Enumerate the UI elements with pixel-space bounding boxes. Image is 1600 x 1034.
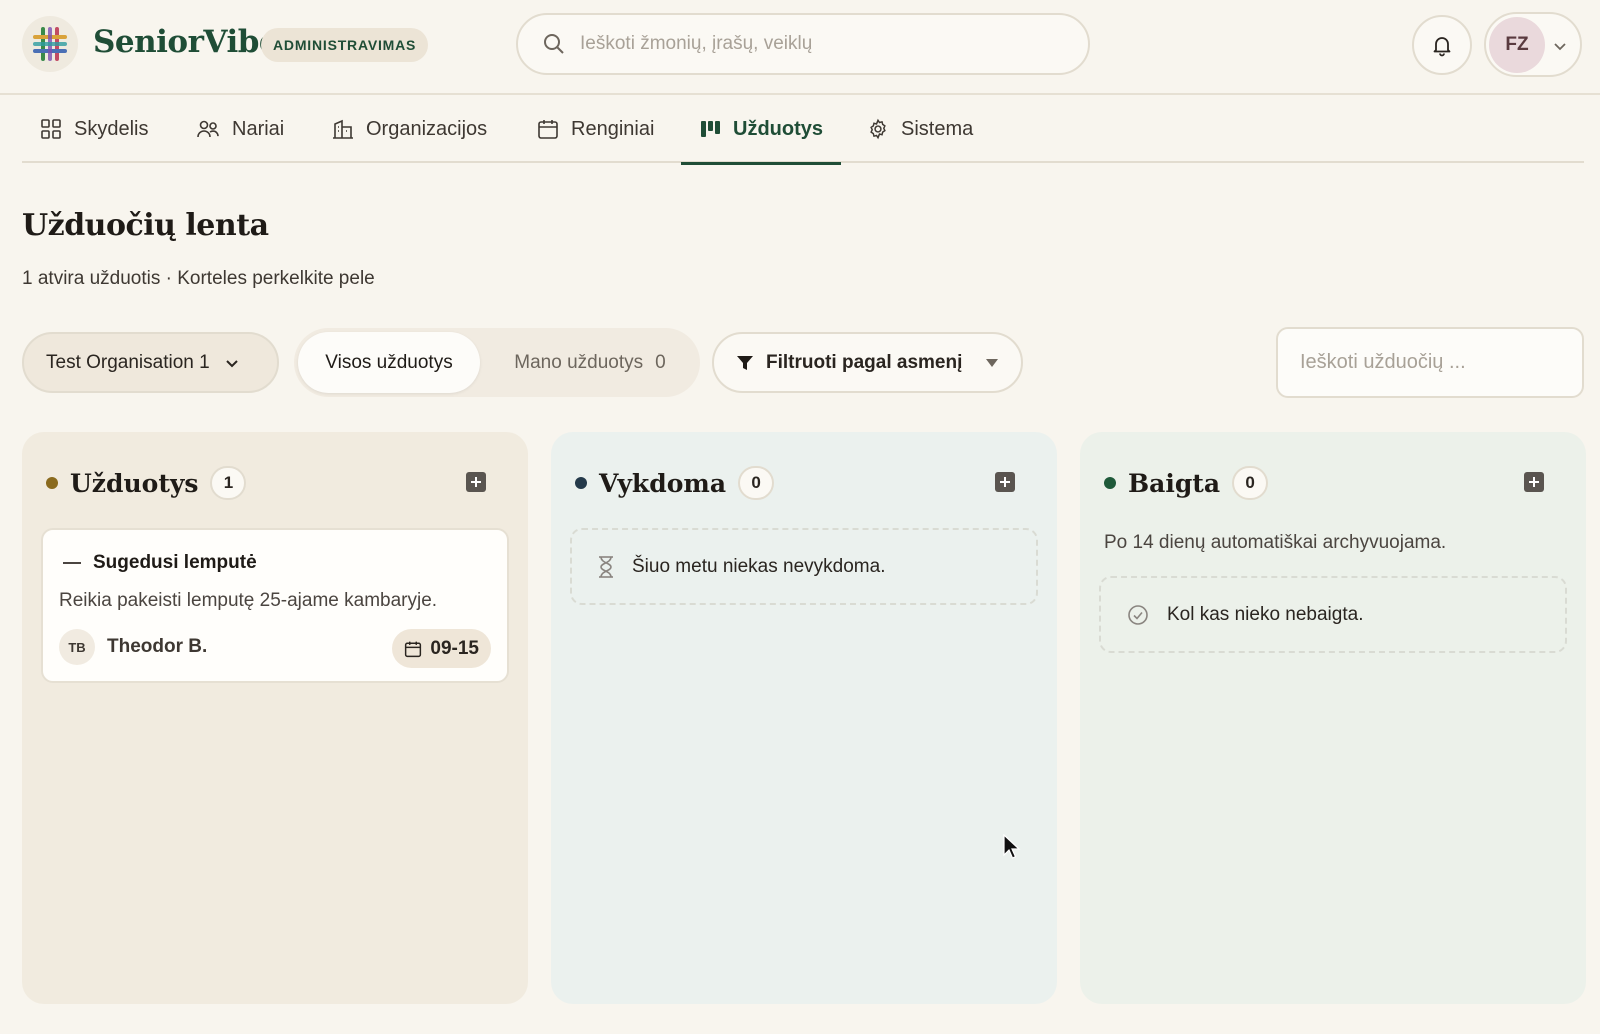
- task-search-input[interactable]: Ieškoti užduočių ...: [1276, 327, 1584, 398]
- gear-icon: [870, 118, 886, 140]
- logo-icon[interactable]: [22, 16, 78, 72]
- filter-icon: [737, 355, 753, 370]
- top-bar: SeniorVibe ADMINISTRAVIMAS Ieškoti žmoni…: [0, 0, 1600, 95]
- hourglass-icon: [599, 555, 613, 578]
- empty-state: Šiuo metu niekas nevykdoma.: [570, 528, 1038, 605]
- calendar-icon: [538, 120, 558, 139]
- global-search[interactable]: Ieškoti žmonių, įrašų, veiklų: [516, 13, 1090, 75]
- task-title-text: Sugedusi lemputė: [93, 552, 257, 573]
- mouse-cursor-icon: [1003, 834, 1021, 859]
- tab-skydelis[interactable]: Skydelis: [40, 95, 148, 163]
- my-tasks-count: 0: [655, 351, 666, 373]
- user-menu[interactable]: FZ: [1484, 12, 1582, 77]
- calendar-icon: [405, 641, 422, 657]
- admin-badge: ADMINISTRAVIMAS: [261, 28, 429, 62]
- status-dot: [1104, 477, 1116, 489]
- column-count: 0: [738, 466, 775, 500]
- chevron-down-icon: [225, 359, 238, 367]
- organisation-select-value: Test Organisation 1: [46, 351, 210, 373]
- notifications-button[interactable]: [1412, 15, 1472, 75]
- column-in-progress: Vykdoma 0 Šiuo metu niekas nevykdoma.: [551, 432, 1057, 1004]
- empty-state: Kol kas nieko nebaigta.: [1099, 576, 1567, 653]
- tab-label: Renginiai: [571, 117, 655, 140]
- column-todo: Užduotys 1 Sugedusi lemputė Reikia pakei…: [22, 432, 528, 1004]
- empty-state-text: Kol kas nieko nebaigta.: [1167, 603, 1364, 625]
- tab-uzduotys[interactable]: Užduotys: [681, 95, 841, 165]
- filter-person-select[interactable]: Filtruoti pagal asmenį: [712, 332, 1023, 393]
- check-circle-icon: [1128, 604, 1148, 625]
- add-task-button[interactable]: [995, 472, 1015, 492]
- task-title: Sugedusi lemputė: [63, 552, 257, 574]
- search-icon: [544, 34, 564, 54]
- global-search-input[interactable]: Ieškoti žmonių, įrašų, veiklų: [580, 33, 812, 55]
- column-header: Užduotys 1: [46, 466, 247, 500]
- tab-sistema[interactable]: Sistema: [867, 95, 973, 163]
- avatar: FZ: [1489, 17, 1545, 73]
- members-icon: [197, 120, 219, 138]
- add-task-button[interactable]: [1524, 472, 1544, 492]
- tab-label: Užduotys: [733, 117, 823, 140]
- priority-dash-icon: [63, 562, 81, 564]
- empty-state-text: Šiuo metu niekas nevykdoma.: [632, 555, 886, 577]
- tab-label: Nariai: [232, 117, 285, 140]
- tab-label: Skydelis: [74, 117, 149, 140]
- tab-nariai[interactable]: Nariai: [196, 95, 284, 163]
- column-title: Užduotys: [70, 468, 199, 498]
- task-card[interactable]: Sugedusi lemputė Reikia pakeisti lemputę…: [41, 528, 509, 683]
- dashboard-grid-icon: [41, 119, 61, 139]
- kanban-icon: [701, 121, 720, 137]
- page-title: Užduočių lenta: [22, 208, 269, 243]
- organisation-select[interactable]: Test Organisation 1: [22, 332, 279, 393]
- page-subtitle: 1 atvira užduotis · Korteles perkelkite …: [22, 268, 375, 289]
- status-dot: [575, 477, 587, 489]
- task-description: Reikia pakeisti lemputę 25-ajame kambary…: [59, 590, 438, 611]
- column-title: Baigta: [1128, 468, 1221, 498]
- my-tasks-button[interactable]: Mano užduotys 0: [490, 332, 690, 393]
- column-header: Vykdoma 0: [575, 466, 775, 500]
- all-tasks-label: Visos užduotys: [325, 351, 453, 373]
- building-icon: [333, 119, 353, 139]
- due-date-badge: 09-15: [392, 629, 491, 668]
- archive-note: Po 14 dienų automatiškai archyvuojama.: [1104, 532, 1447, 553]
- assignee-avatar: TB: [59, 629, 95, 665]
- tab-label: Organizacijos: [366, 117, 488, 140]
- brand-name[interactable]: SeniorVibe: [93, 24, 279, 60]
- column-title: Vykdoma: [599, 468, 727, 498]
- column-done: Baigta 0 Po 14 dienų automatiškai archyv…: [1080, 432, 1586, 1004]
- bell-icon: [1433, 37, 1451, 57]
- status-dot: [46, 477, 58, 489]
- caret-down-icon: [986, 359, 998, 367]
- column-count: 1: [210, 466, 247, 500]
- assignee-name: Theodor B.: [107, 636, 208, 657]
- due-date: 09-15: [430, 637, 479, 659]
- tab-label: Sistema: [901, 117, 974, 140]
- filter-person-label: Filtruoti pagal asmenį: [766, 351, 963, 373]
- tab-organizacijos[interactable]: Organizacijos: [332, 95, 487, 163]
- column-count: 0: [1232, 466, 1269, 500]
- chevron-down-icon: [1554, 43, 1566, 51]
- all-tasks-button[interactable]: Visos užduotys: [298, 332, 480, 393]
- column-header: Baigta 0: [1104, 466, 1269, 500]
- main-nav: Skydelis Nariai Organizacijos Renginiai …: [22, 95, 1584, 165]
- add-task-button[interactable]: [466, 472, 486, 492]
- task-scope-toggle: Visos užduotys Mano užduotys 0: [294, 328, 700, 397]
- my-tasks-label: Mano užduotys: [514, 351, 644, 373]
- task-assignee: TB Theodor B.: [59, 629, 207, 665]
- tab-renginiai[interactable]: Renginiai: [537, 95, 654, 163]
